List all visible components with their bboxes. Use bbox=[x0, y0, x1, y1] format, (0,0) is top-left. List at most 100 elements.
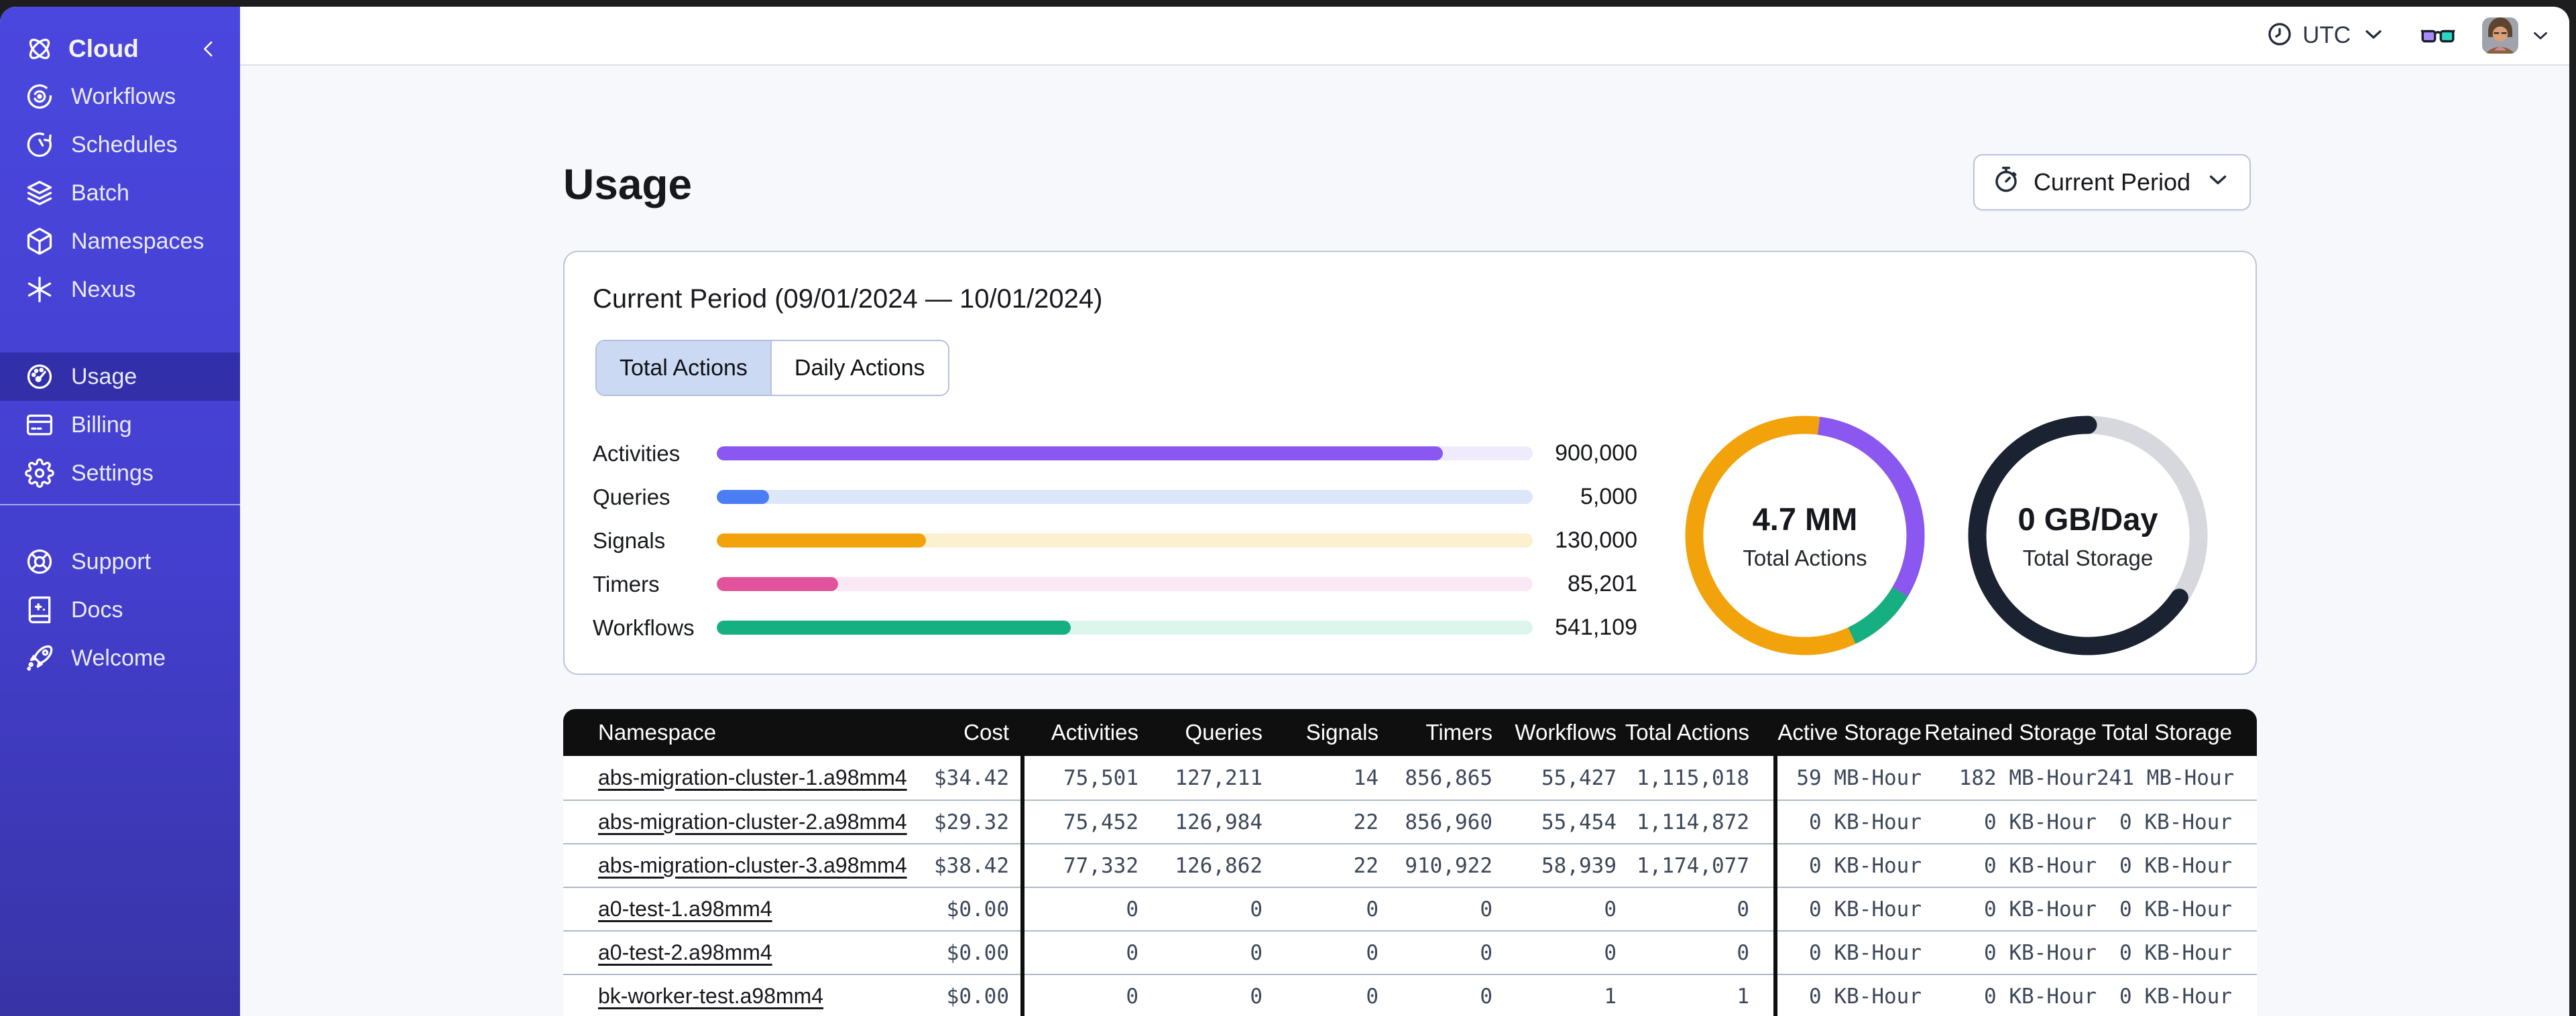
table-group-divider bbox=[1773, 756, 1777, 1016]
total-storage-donut: 0 GB/Day Total Storage bbox=[1954, 401, 2222, 670]
table-cell: 0 bbox=[1250, 984, 1263, 1009]
bar-fill bbox=[717, 446, 1444, 460]
column-header: Total Actions bbox=[1625, 720, 1749, 745]
donut-center: 0 GB/Day Total Storage bbox=[1954, 401, 2222, 670]
sidebar-item-support[interactable]: Support bbox=[0, 537, 240, 586]
table-cell: 0 KB-Hour bbox=[2119, 810, 2232, 834]
workflows-icon bbox=[24, 82, 55, 111]
sidebar-item-schedules[interactable]: Schedules bbox=[0, 121, 240, 169]
donut-label: Total Actions bbox=[1743, 545, 1867, 570]
timezone-selector[interactable]: UTC bbox=[2266, 21, 2387, 51]
table-cell: 241 MB-Hour bbox=[2097, 765, 2235, 790]
column-header: Activities bbox=[1051, 720, 1138, 745]
table-cell: 75,452 bbox=[1063, 810, 1138, 834]
table-cell: 0 KB-Hour bbox=[1809, 810, 1922, 834]
table-cell: 55,454 bbox=[1541, 810, 1617, 834]
schedules-icon bbox=[24, 130, 55, 160]
table-group-divider bbox=[1020, 756, 1024, 1016]
sidebar-item-label: Billing bbox=[71, 411, 132, 438]
sidebar-item-workflows[interactable]: Workflows bbox=[0, 72, 240, 121]
namespace-cell: abs-migration-cluster-3.a98mm4 bbox=[563, 853, 907, 878]
sidebar-item-usage[interactable]: Usage bbox=[0, 353, 240, 401]
table-cell: 0 KB-Hour bbox=[2119, 853, 2232, 878]
table-cell: 0 bbox=[1480, 984, 1492, 1009]
table-cell: 0 bbox=[1737, 940, 1749, 965]
table-cell: 0 bbox=[1366, 897, 1379, 922]
donut-value: 4.7 MM bbox=[1752, 501, 1858, 537]
bar-track bbox=[717, 577, 1533, 591]
sidebar-item-namespaces[interactable]: Namespaces bbox=[0, 217, 240, 265]
namespace-link[interactable]: a0-test-1.a98mm4 bbox=[598, 897, 772, 921]
usage-bar-chart: Activities 900,000 Queries 5,000 Signals 130,… bbox=[593, 432, 1637, 649]
chevron-down-icon bbox=[2204, 166, 2232, 200]
main-content: Usage Current Period Current Period (09/… bbox=[240, 67, 2569, 1016]
sidebar-item-label: Schedules bbox=[71, 131, 178, 157]
app-window: UTC Usage Current Period Current Period … bbox=[0, 7, 2569, 1016]
donut-value: 0 GB/Day bbox=[2017, 501, 2158, 537]
tab-daily-actions[interactable]: Daily Actions bbox=[770, 341, 948, 395]
bar-row-signals: Signals 130,000 bbox=[593, 519, 1637, 562]
table-cell: 14 bbox=[1353, 765, 1379, 790]
table-cell: 127,211 bbox=[1175, 765, 1263, 790]
table-cell: 75,501 bbox=[1063, 765, 1138, 790]
table-cell: 0 bbox=[1480, 897, 1492, 922]
usage-icon bbox=[24, 362, 55, 391]
namespace-link[interactable]: a0-test-2.a98mm4 bbox=[598, 940, 772, 964]
table-cell: 0 KB-Hour bbox=[1809, 853, 1922, 878]
table-cell: 0 KB-Hour bbox=[1984, 940, 2097, 965]
sidebar-item-label: Namespaces bbox=[71, 228, 204, 254]
table-cell: 58,939 bbox=[1541, 853, 1617, 878]
table-row: abs-migration-cluster-1.a98mm4 $34.42 75,5… bbox=[563, 756, 2257, 800]
table-cell: 59 MB-Hour bbox=[1796, 765, 1922, 790]
table-cell: 1,114,872 bbox=[1637, 810, 1749, 834]
sidebar-item-label: Docs bbox=[71, 596, 123, 623]
sidebar-item-nexus[interactable]: Nexus bbox=[0, 265, 240, 314]
batch-icon bbox=[24, 178, 55, 208]
bar-value: 130,000 bbox=[1555, 527, 1637, 553]
table-row: bk-worker-test.a98mm4 $0.00 0 0 0 0 1 1 0 KB-Hou… bbox=[563, 974, 2257, 1016]
glasses-icon[interactable] bbox=[2420, 18, 2455, 53]
table-cell: 1 bbox=[1604, 984, 1617, 1009]
sidebar-item-docs[interactable]: Docs bbox=[0, 586, 240, 634]
bar-value: 900,000 bbox=[1555, 440, 1637, 466]
temporal-logo-icon bbox=[24, 34, 55, 64]
column-header: Cost bbox=[963, 720, 1009, 745]
table-cell: 0 KB-Hour bbox=[1809, 897, 1922, 922]
sidebar-item-label: Support bbox=[71, 548, 152, 574]
namespaces-icon bbox=[24, 227, 55, 256]
bar-fill bbox=[717, 577, 839, 591]
table-cell: 1,115,018 bbox=[1637, 765, 1749, 790]
welcome-icon bbox=[24, 643, 55, 673]
tab-total-actions[interactable]: Total Actions bbox=[597, 341, 770, 395]
account-menu-chevron-down-icon[interactable] bbox=[2529, 24, 2552, 47]
nexus-icon bbox=[24, 275, 55, 304]
sidebar-item-label: Welcome bbox=[71, 645, 166, 671]
timezone-label: UTC bbox=[2302, 22, 2351, 48]
table-cell: 1,174,077 bbox=[1637, 853, 1749, 878]
settings-icon bbox=[24, 458, 55, 488]
sidebar-item-welcome[interactable]: Welcome bbox=[0, 634, 240, 682]
table-cell: 856,960 bbox=[1405, 810, 1492, 834]
bar-row-activities: Activities 900,000 bbox=[593, 432, 1637, 475]
table-cell: 22 bbox=[1353, 810, 1379, 834]
column-header-namespace: Namespace bbox=[598, 720, 717, 745]
bar-row-queries: Queries 5,000 bbox=[593, 475, 1637, 519]
bar-value: 85,201 bbox=[1568, 571, 1637, 596]
table-cell: 910,922 bbox=[1405, 853, 1492, 878]
period-selector-button[interactable]: Current Period bbox=[1973, 154, 2251, 210]
table-cell: 0 bbox=[1604, 940, 1617, 965]
namespace-link[interactable]: bk-worker-test.a98mm4 bbox=[598, 984, 823, 1008]
namespace-usage-table: Namespace Cost Activities Queries Signals Tim… bbox=[563, 709, 2257, 1016]
table-cell: $0.00 bbox=[946, 897, 1009, 922]
column-header: Retained Storage bbox=[1924, 720, 2097, 745]
sidebar-item-billing[interactable]: Billing bbox=[0, 401, 240, 449]
sidebar-item-batch[interactable]: Batch bbox=[0, 169, 240, 217]
column-header: Workflows bbox=[1515, 720, 1617, 745]
sidebar-collapse-button[interactable] bbox=[197, 38, 220, 60]
table-cell: 0 bbox=[1250, 897, 1263, 922]
avatar[interactable] bbox=[2482, 17, 2518, 54]
table-cell: $29.32 bbox=[934, 810, 1009, 834]
sidebar-item-settings[interactable]: Settings bbox=[0, 449, 240, 497]
column-header: Total Storage bbox=[2101, 720, 2232, 745]
bar-row-timers: Timers 85,201 bbox=[593, 562, 1637, 606]
